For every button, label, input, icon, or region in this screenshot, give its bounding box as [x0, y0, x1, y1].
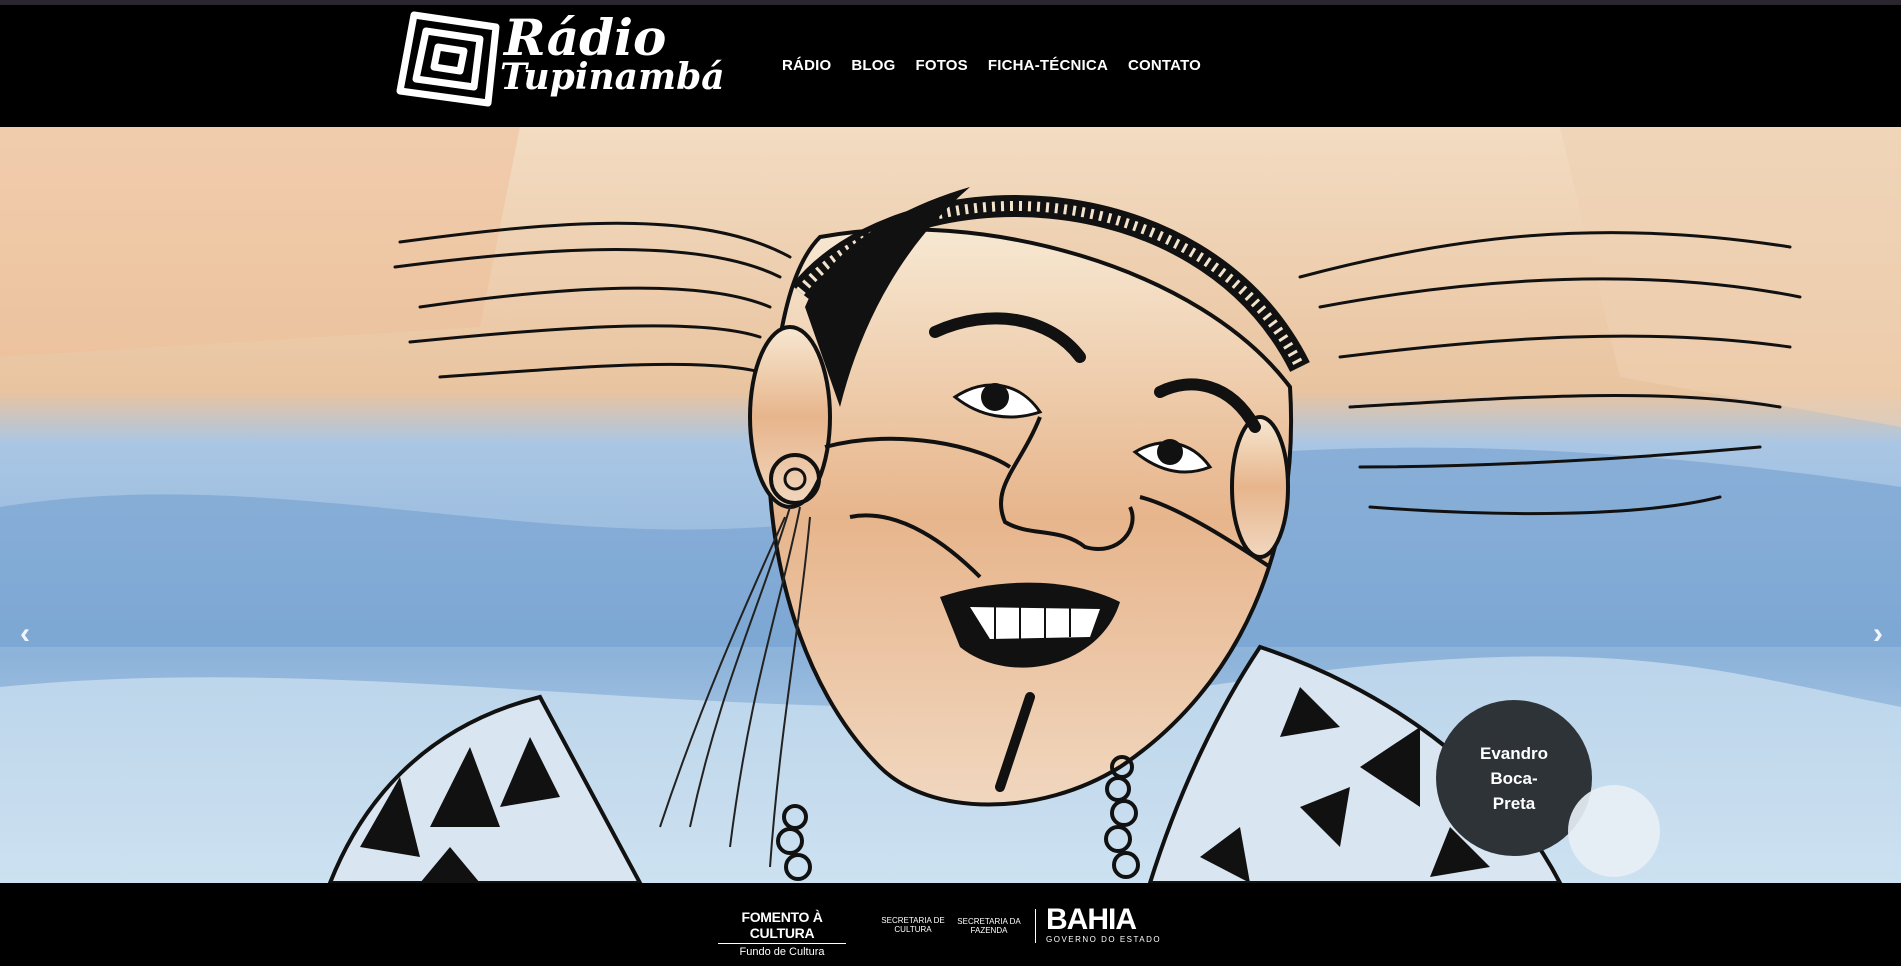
hero-illustration — [0, 127, 1901, 883]
nav-radio[interactable]: RÁDIO — [782, 57, 831, 74]
decorative-bubble — [1568, 785, 1660, 877]
site-header: Rádio Tupinambá RÁDIO BLOG FOTOS FICHA-T… — [0, 5, 1901, 127]
chevron-left-icon: ‹ — [20, 617, 30, 650]
logo-line-2: Tupinambá — [500, 56, 725, 98]
secfaz-logo[interactable]: SECRETARIA DA FAZENDA — [955, 917, 1023, 935]
fomento-logo[interactable]: FOMENTO À CULTURA Fundo de Cultura — [712, 909, 852, 958]
fomento-sub: Fundo de Cultura — [739, 946, 825, 958]
bahia-logo[interactable]: BAHIA GOVERNO DO ESTADO — [1046, 903, 1176, 945]
chevron-right-icon: › — [1873, 617, 1883, 650]
footer-divider — [1035, 909, 1036, 943]
fomento-divider — [718, 943, 846, 944]
carousel-next[interactable]: › — [1873, 617, 1883, 651]
bahia-sub: GOVERNO DO ESTADO — [1046, 935, 1162, 944]
carousel-prev[interactable]: ‹ — [20, 617, 30, 651]
sponsors-footer: FOMENTO À CULTURA Fundo de Cultura SECRE… — [0, 883, 1901, 966]
nav-fotos[interactable]: FOTOS — [915, 57, 967, 74]
secult-text: SECRETARIA DE CULTURA — [881, 916, 945, 934]
secfaz-text: SECRETARIA DA FAZENDA — [957, 917, 1021, 935]
main-nav: RÁDIO BLOG FOTOS FICHA-TÉCNICA CONTATO — [782, 57, 1201, 74]
site-logo[interactable]: Rádio Tupinambá — [392, 5, 725, 115]
slide-caption-text: Evandro Boca-Preta — [1479, 743, 1549, 813]
nav-ficha-tecnica[interactable]: FICHA-TÉCNICA — [988, 57, 1108, 74]
fomento-title: FOMENTO À CULTURA — [741, 909, 823, 941]
bahia-title: BAHIA — [1046, 903, 1137, 936]
secult-logo[interactable]: SECRETARIA DE CULTURA — [880, 916, 946, 934]
logo-text: Rádio Tupinambá — [500, 13, 725, 96]
nav-blog[interactable]: BLOG — [851, 57, 895, 74]
spiral-logo-icon — [396, 11, 500, 107]
hero-slider: ‹ › Evandro Boca-Preta — [0, 127, 1901, 883]
nav-contato[interactable]: CONTATO — [1128, 57, 1201, 74]
